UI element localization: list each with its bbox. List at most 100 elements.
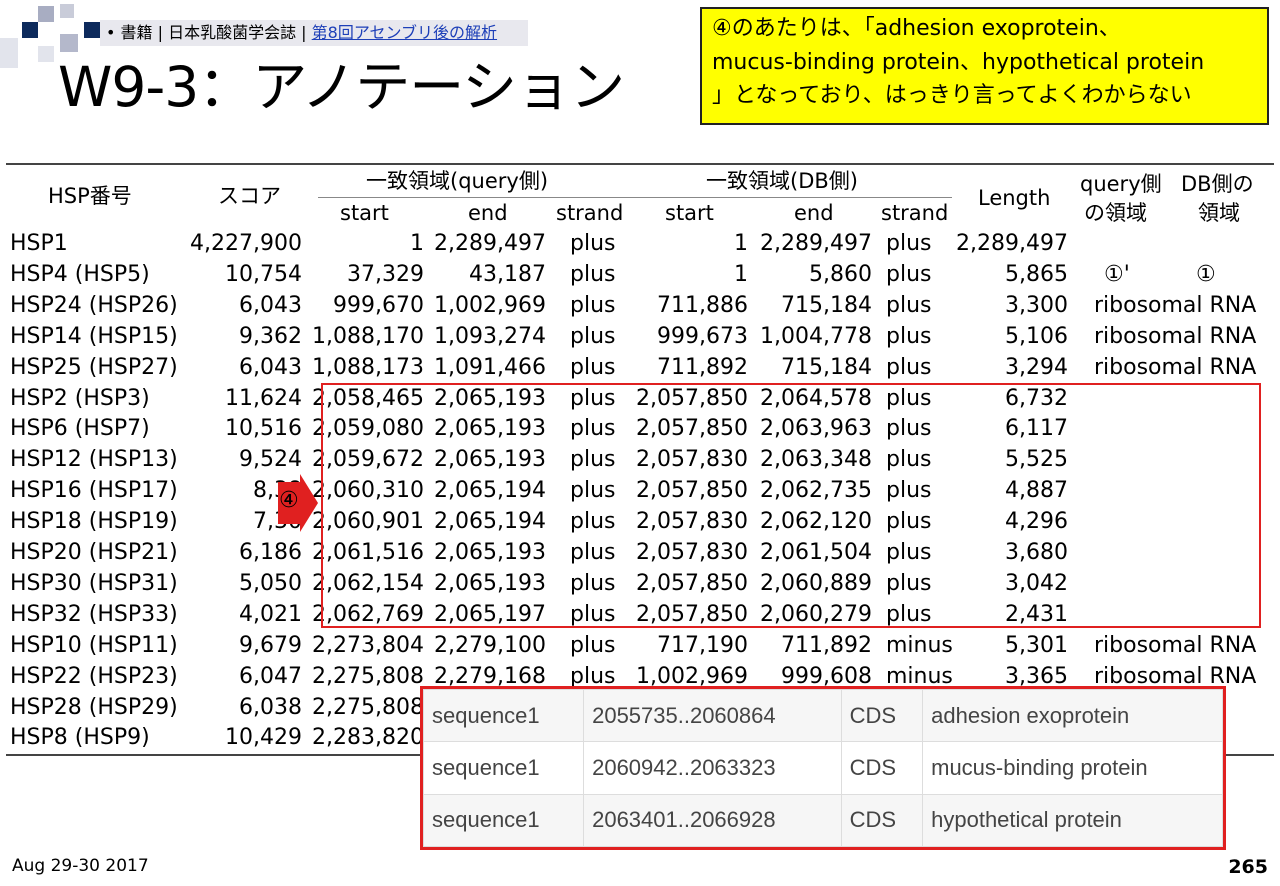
cell-hsp: HSP24 (HSP26)	[10, 292, 178, 318]
cell-len: 3,300	[1005, 292, 1068, 318]
popup-row: sequence1 2060942..2063323 CDS mucus-bin…	[422, 741, 1223, 795]
cell-qs: 2,275,808	[312, 663, 424, 689]
decor-square	[84, 22, 100, 38]
header-query-region-1: query側	[1080, 172, 1162, 196]
decor-square	[38, 6, 54, 22]
header-db-group: 一致領域(DB側)	[706, 169, 858, 193]
cell-hsp: HSP32 (HSP33)	[10, 601, 178, 627]
decor-square	[22, 22, 38, 38]
cell-qs: 999,670	[333, 292, 424, 318]
popup-product: hypothetical protein	[922, 793, 1223, 848]
cell-score: 9,679	[239, 632, 302, 658]
popup-row: sequence1 2063401..2066928 CDS hypotheti…	[422, 793, 1223, 848]
cell-hsp: HSP2 (HSP3)	[10, 385, 150, 411]
cell-hsp: HSP20 (HSP21)	[10, 540, 178, 565]
cell-qreg: ribosomal RNA	[1094, 354, 1257, 380]
cell-qe: 1,002,969	[434, 292, 546, 318]
cell-score: 5,050	[239, 570, 302, 596]
callout-note: ④のあたりは、「adhesion exoprotein、 mucus-bindi…	[700, 7, 1269, 125]
cell-dst: plus	[886, 231, 932, 256]
header-query-group: 一致領域(query側)	[366, 169, 549, 193]
note-line: mucus-binding protein、hypothetical prote…	[712, 49, 1205, 75]
decor-square	[0, 38, 18, 68]
cell-score: 6,043	[239, 354, 302, 380]
cell-qst: plus	[570, 632, 616, 658]
popup-type: CDS	[840, 741, 924, 795]
note-line: 」となっており、はっきり言ってよくわからない	[712, 83, 1192, 108]
cell-de: 711,892	[781, 632, 872, 658]
cell-ds: 711,886	[657, 292, 748, 318]
cell-ds: 1	[734, 231, 748, 256]
cell-hsp: HSP8 (HSP9)	[10, 725, 150, 751]
cell-len: 5,301	[1005, 632, 1068, 658]
cell-hsp: HSP14 (HSP15)	[10, 323, 178, 349]
cell-score: 10,429	[225, 725, 302, 751]
cell-qe: 43,187	[469, 261, 546, 287]
cell-ds: 1	[734, 261, 748, 287]
cell-qe: 2,279,100	[434, 632, 546, 658]
popup-range: 2063401..2066928	[583, 793, 842, 848]
table-top-rule	[6, 163, 1274, 165]
note-line: ④のあたりは、「adhesion exoprotein、	[712, 16, 1121, 41]
cell-hsp: HSP4 (HSP5)	[10, 261, 150, 287]
cell-dst: minus	[886, 632, 953, 658]
header-length: Length	[978, 186, 1051, 210]
page-number: 265	[1228, 856, 1268, 878]
cell-dst: plus	[886, 261, 932, 287]
cell-score: 11,624	[225, 385, 302, 411]
cell-qs: 2,273,804	[312, 632, 424, 658]
header-query-end: end	[468, 201, 508, 225]
cell-score: 4,227,900	[190, 231, 302, 256]
cell-score: 9,524	[239, 447, 302, 473]
footer-date: Aug 29-30 2017	[12, 856, 149, 876]
cell-score: 6,047	[239, 663, 302, 689]
cell-qe: 1,091,466	[434, 354, 546, 380]
cell-qreg: ①'	[1104, 261, 1130, 287]
cell-score: 10,754	[225, 261, 302, 287]
popup-seq: sequence1	[422, 688, 585, 743]
popup-type: CDS	[840, 688, 924, 743]
popup-seq: sequence1	[422, 793, 585, 848]
cell-de: 1,004,778	[760, 323, 872, 349]
cell-hsp: HSP1	[10, 231, 68, 256]
cell-hsp: HSP22 (HSP23)	[10, 663, 178, 689]
cell-hsp: HSP18 (HSP19)	[10, 509, 178, 535]
cell-hsp: HSP16 (HSP17)	[10, 478, 178, 504]
cell-qs: 2,275,808	[312, 694, 424, 720]
cell-qs: 2,283,820	[312, 725, 424, 751]
header-divider	[318, 197, 952, 198]
cell-score: 6,038	[239, 694, 302, 720]
annotation-popup: sequence1 2055735..2060864 CDS adhesion …	[420, 686, 1226, 850]
cell-qreg: ribosomal RNA	[1094, 632, 1257, 658]
breadcrumb: • 書籍 | 日本乳酸菌学会誌 | 第8回アセンブリ後の解析	[100, 20, 528, 46]
cell-len: 2,289,497	[956, 231, 1068, 256]
header-db-end: end	[794, 201, 834, 225]
cell-hsp: HSP25 (HSP27)	[10, 354, 178, 380]
cell-score: 6,186	[239, 540, 302, 565]
cell-qs: 37,329	[347, 261, 424, 287]
cell-ds: 711,892	[657, 354, 748, 380]
cell-score: 10,516	[225, 416, 302, 442]
cell-score: 6,043	[239, 292, 302, 318]
cell-hsp: HSP10 (HSP11)	[10, 632, 178, 658]
cell-qst: plus	[570, 261, 616, 287]
cell-hsp: HSP30 (HSP31)	[10, 570, 178, 596]
decor-square	[60, 4, 74, 18]
cell-qst: plus	[570, 323, 616, 349]
cell-qs: 1	[410, 231, 424, 256]
decor-square	[38, 46, 54, 62]
cell-score: 4,021	[239, 601, 302, 627]
popup-product: adhesion exoprotein	[922, 688, 1223, 743]
header-db-region-1: DB側の	[1181, 172, 1254, 196]
cell-score: 9,362	[239, 323, 302, 349]
header-query-strand: strand	[556, 201, 624, 225]
popup-type: CDS	[840, 793, 924, 848]
cell-qs: 1,088,173	[312, 354, 424, 380]
cell-de: 5,860	[809, 261, 872, 287]
cell-de: 2,289,497	[760, 231, 872, 256]
cell-hsp: HSP28 (HSP29)	[10, 694, 178, 720]
popup-range: 2055735..2060864	[583, 688, 842, 743]
header-hsp: HSP番号	[48, 184, 132, 208]
breadcrumb-link[interactable]: 第8回アセンブリ後の解析	[312, 23, 497, 42]
popup-row: sequence1 2055735..2060864 CDS adhesion …	[422, 688, 1223, 743]
